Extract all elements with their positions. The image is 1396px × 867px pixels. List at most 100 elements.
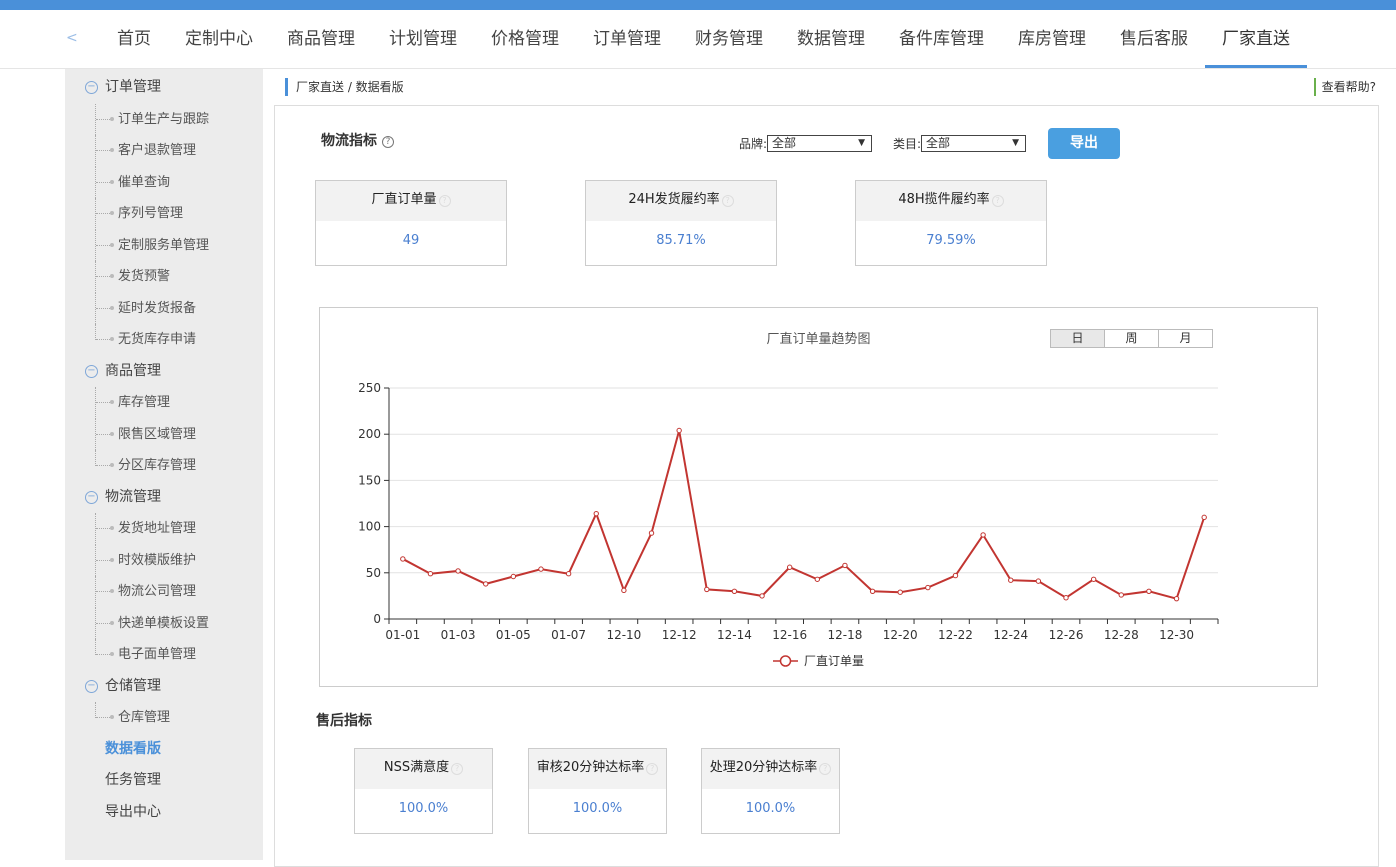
info-icon[interactable]: ? (819, 763, 832, 775)
nav-item[interactable]: 价格管理 (474, 10, 576, 68)
sidebar-item-label: 发货地址管理 (118, 521, 197, 536)
tree-dot-icon (110, 274, 114, 278)
sidebar-item[interactable]: 分区库存管理 (65, 450, 263, 482)
sidebar-group[interactable]: − 订单管理 (65, 72, 263, 104)
data-point (1008, 577, 1014, 583)
order-trend-chart: 厂直订单量趋势图 日周月 0 50 100 150 200 250 01-01 01-03 01… (319, 307, 1318, 687)
sidebar-item[interactable]: 客户退款管理 (65, 135, 263, 167)
tree-dot-icon (110, 179, 114, 184)
data-point (1035, 578, 1042, 584)
tree-dot-icon (110, 526, 114, 530)
metric-card-value: 100.0% (745, 801, 796, 816)
export-button[interactable]: 导出 (1048, 128, 1120, 159)
sidebar-item[interactable]: 快递单模板设置 (65, 607, 263, 639)
data-point (759, 593, 765, 599)
sidebar-item-label: 物流公司管理 (118, 584, 197, 599)
nav-item[interactable]: 定制中心 (168, 10, 270, 68)
sidebar-item[interactable]: 仓库管理 (65, 702, 263, 734)
legend-marker (779, 655, 792, 667)
tree-dot-icon (110, 116, 114, 121)
collapse-icon[interactable]: − (85, 364, 98, 378)
x-tick-label: 12-28 (1104, 628, 1139, 642)
info-icon[interactable]: ? (646, 763, 659, 775)
tree-dot-icon (110, 242, 114, 247)
nav-item[interactable]: 售后客服 (1103, 10, 1205, 68)
dashboard-panel: 物流指标? 品牌: 全部 ▼ 类目: 全部 ▼ 导出 厂直订单量? 49 24H发货履约… (274, 105, 1379, 867)
brand-select[interactable]: 全部 ▼ (767, 135, 873, 152)
collapse-icon[interactable]: − (85, 679, 98, 693)
sidebar-link[interactable]: 导出中心 (65, 797, 263, 829)
sidebar-link[interactable]: 任务管理 (65, 765, 263, 797)
info-icon[interactable]: ? (721, 195, 734, 207)
nav-item[interactable]: 订单管理 (576, 10, 678, 68)
sidebar-item-label: 无货库存申请 (118, 332, 197, 347)
nav-item[interactable]: 商品管理 (270, 10, 372, 68)
help-link[interactable]: 查看帮助? (1313, 78, 1376, 96)
nav-item[interactable]: 库房管理 (1001, 10, 1103, 68)
x-tick-label: 12-20 (883, 628, 918, 642)
sidebar-item[interactable]: 发货地址管理 (65, 513, 263, 545)
collapse-icon[interactable]: − (85, 81, 98, 94)
data-point (925, 584, 931, 591)
nav-item[interactable]: 备件库管理 (882, 10, 1001, 68)
x-tick-label: 12-22 (938, 628, 973, 642)
data-point (538, 566, 544, 572)
tree-dot-icon (110, 620, 114, 625)
nav-item[interactable]: 计划管理 (372, 10, 474, 68)
info-icon[interactable]: ? (991, 195, 1004, 207)
sidebar-group[interactable]: − 物流管理 (65, 482, 263, 514)
metric-card-title: 处理20分钟达标率 (709, 760, 818, 775)
sidebar-item[interactable]: 延时发货报备 (65, 292, 263, 324)
sidebar-item[interactable]: 物流公司管理 (65, 576, 263, 608)
tree-dot-icon (110, 715, 114, 719)
sidebar-item[interactable]: 限售区域管理 (65, 418, 263, 450)
collapse-icon[interactable]: − (85, 490, 98, 504)
nav-item[interactable]: 首页 (100, 10, 168, 68)
nav-back-icon[interactable]: < (66, 30, 78, 46)
info-icon[interactable]: ? (451, 763, 464, 775)
data-point (483, 581, 489, 587)
sidebar-item[interactable]: 序列号管理 (65, 198, 263, 230)
sidebar-item[interactable]: 发货预警 (65, 261, 263, 293)
metric-card-value: 100.0% (398, 801, 449, 816)
info-icon[interactable]: ? (438, 195, 451, 207)
data-point (1118, 592, 1124, 598)
sidebar-item-label: 定制服务单管理 (118, 237, 210, 253)
nav-item[interactable]: 数据管理 (780, 10, 882, 68)
tree-dot-icon (110, 463, 114, 467)
metric-card: 24H发货履约率? 85.71% (585, 180, 777, 266)
sidebar-item-label: 延时发货报备 (118, 300, 197, 316)
sidebar-group[interactable]: − 商品管理 (65, 356, 263, 388)
tree-line (95, 639, 97, 655)
category-label: 类目: (893, 137, 922, 151)
data-point (400, 556, 406, 562)
data-point (731, 588, 738, 594)
data-point (427, 571, 434, 577)
sidebar-item[interactable]: 库存管理 (65, 387, 263, 419)
sidebar-item[interactable]: 时效模版维护 (65, 544, 263, 576)
data-point (786, 564, 793, 570)
help-icon[interactable]: ? (382, 136, 394, 148)
sidebar: − 订单管理 订单生产与跟踪 客户退款管理 催单查询 序列号管理定制服务单管理发货预警延时… (65, 69, 263, 860)
sidebar-item-label: 时效模版维护 (118, 552, 197, 568)
nav-item[interactable]: 厂家直送 (1205, 10, 1307, 68)
sidebar-item[interactable]: 电子面单管理 (65, 639, 263, 671)
nav-item[interactable]: 财务管理 (678, 10, 780, 68)
tree-line (95, 324, 97, 340)
metric-card-value: 49 (402, 233, 420, 248)
sidebar-item[interactable]: 订单生产与跟踪 (65, 103, 263, 135)
data-point (648, 530, 655, 536)
y-tick-label: 150 (358, 473, 381, 487)
sidebar-group[interactable]: − 仓储管理 (65, 671, 263, 703)
metric-card: 48H揽件履约率? 79.59% (855, 180, 1047, 266)
sidebar-link[interactable]: 数据看版 (65, 734, 263, 766)
category-select[interactable]: 全部 ▼ (921, 135, 1027, 152)
metric-card-title: 24H发货履约率 (628, 192, 720, 207)
sidebar-item[interactable]: 定制服务单管理 (65, 229, 263, 261)
x-tick-label: 12-24 (993, 628, 1028, 642)
x-tick-label: 12-14 (717, 628, 752, 642)
sidebar-item[interactable]: 无货库存申请 (65, 324, 263, 356)
metric-card: NSS满意度? 100.0% (354, 748, 493, 834)
sidebar-item[interactable]: 催单查询 (65, 166, 263, 198)
metric-card-header: 48H揽件履约率? (856, 181, 1046, 221)
